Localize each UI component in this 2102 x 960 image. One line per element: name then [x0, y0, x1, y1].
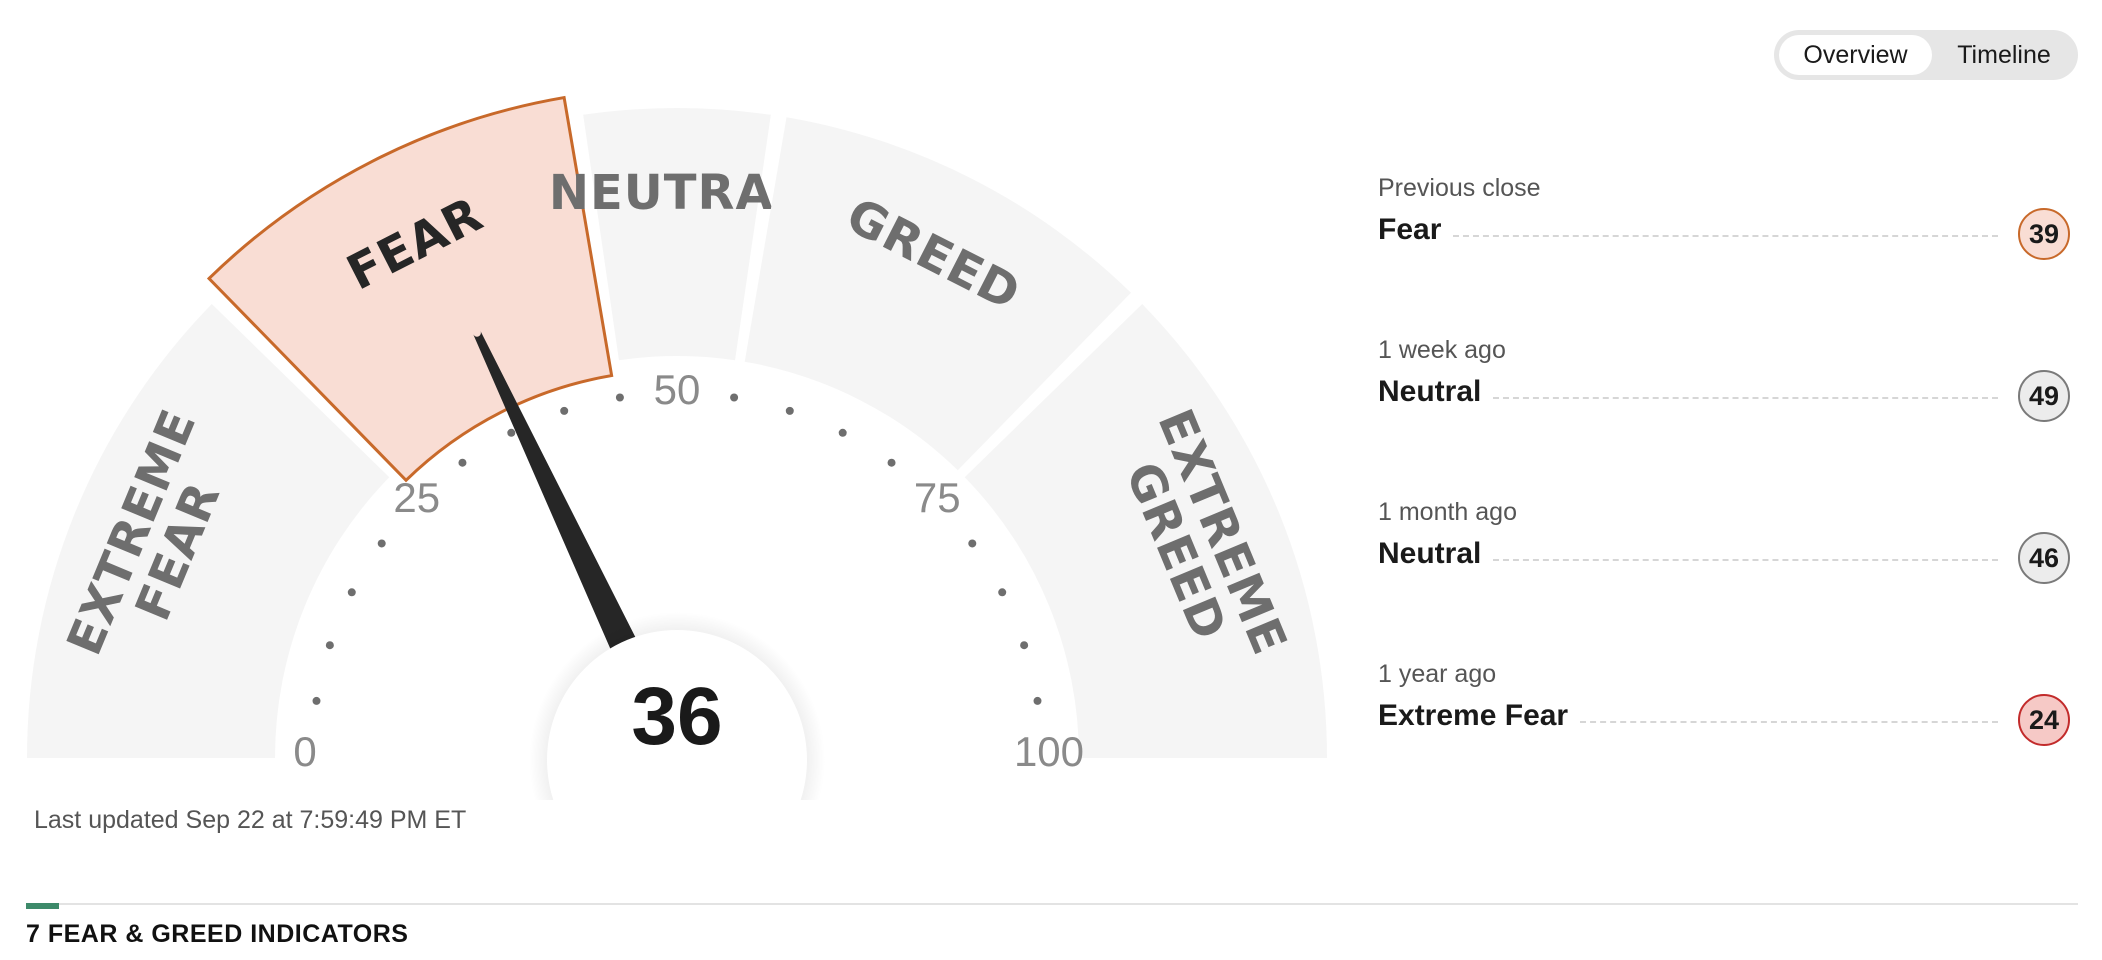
gauge-tick-label: 0: [293, 728, 316, 775]
fear-greed-gauge: EXTREMEFEARFEAR NEUTRAL GREEDEXTREMEGREED …: [27, 95, 1327, 800]
gauge-tick-label: 25: [393, 474, 440, 521]
gauge-segment-label-neutral: NEUTRAL: [549, 165, 805, 221]
gauge-tick-dot: [458, 458, 467, 467]
gauge-tick-dot: [325, 641, 334, 650]
view-toggle: Overview Timeline: [1774, 30, 2078, 80]
history-row-1-month: 1 month ago Neutral 46: [1378, 494, 2078, 656]
gauge-segment-neutral: [583, 108, 771, 361]
dotted-leader: [1453, 235, 1998, 237]
gauge-tick-dot: [347, 588, 356, 597]
history-value-badge: 49: [2018, 370, 2070, 422]
gauge-tick-dot: [615, 393, 624, 402]
indicators-section-title: 7 FEAR & GREED INDICATORS: [26, 920, 409, 948]
tab-overview[interactable]: Overview: [1779, 35, 1932, 75]
gauge-tick-label: 100: [1014, 728, 1084, 775]
gauge-tick-label: 50: [654, 366, 701, 413]
history-value-badge: 39: [2018, 208, 2070, 260]
section-divider-accent: [26, 903, 59, 909]
history-period: 1 week ago: [1378, 336, 1506, 364]
gauge-tick-dot: [887, 458, 896, 467]
history-period: Previous close: [1378, 174, 1541, 202]
gauge-tick-dot: [998, 588, 1007, 597]
history-value-badge: 24: [2018, 694, 2070, 746]
history-rating: Neutral: [1378, 537, 1482, 570]
history-period: 1 month ago: [1378, 498, 1517, 526]
history-row-1-year: 1 year ago Extreme Fear 24: [1378, 656, 2078, 818]
dotted-leader: [1493, 397, 1998, 399]
gauge-tick-dot: [1033, 696, 1042, 705]
gauge-tick-dot: [838, 428, 847, 437]
history-row-previous-close: Previous close Fear 39: [1378, 170, 2078, 332]
history-rating: Extreme Fear: [1378, 699, 1569, 732]
section-divider: [26, 903, 2078, 905]
tab-timeline[interactable]: Timeline: [1934, 35, 2074, 75]
gauge-tick-dot: [560, 406, 569, 415]
gauge-tick-dot: [377, 539, 386, 548]
history-period: 1 year ago: [1378, 660, 1497, 688]
dotted-leader: [1580, 721, 1998, 723]
gauge-tick-dot: [730, 393, 739, 402]
history-rating: Fear: [1378, 213, 1442, 246]
gauge-tick-dot: [507, 428, 516, 437]
dotted-leader: [1493, 559, 1998, 561]
gauge-tick-dot: [312, 696, 321, 705]
gauge-tick-dot: [785, 406, 794, 415]
gauge-value: 36: [631, 671, 722, 762]
gauge-tick-dot: [968, 539, 977, 548]
history-value-badge: 46: [2018, 532, 2070, 584]
last-updated-text: Last updated Sep 22 at 7:59:49 PM ET: [34, 806, 467, 834]
history-row-1-week: 1 week ago Neutral 49: [1378, 332, 2078, 494]
history-rating: Neutral: [1378, 375, 1482, 408]
gauge-tick-label: 75: [914, 474, 961, 521]
gauge-tick-dot: [1020, 641, 1029, 650]
history-list: Previous close Fear 39 1 week ago Neutra…: [1378, 170, 2078, 818]
